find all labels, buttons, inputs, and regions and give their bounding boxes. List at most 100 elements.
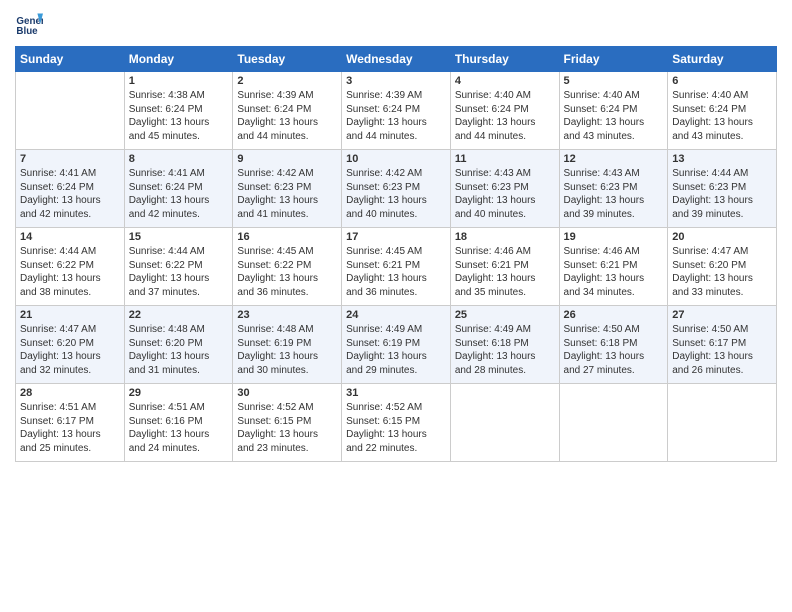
day-info: and 36 minutes.	[346, 286, 446, 300]
header-cell-sunday: Sunday	[16, 47, 125, 72]
day-info: Sunset: 6:24 PM	[129, 181, 229, 195]
day-info: and 38 minutes.	[20, 286, 120, 300]
day-info: Daylight: 13 hours	[129, 116, 229, 130]
day-number: 5	[564, 75, 664, 87]
day-number: 4	[455, 75, 555, 87]
day-info: Sunset: 6:23 PM	[672, 181, 772, 195]
day-info: and 36 minutes.	[237, 286, 337, 300]
day-info: Sunset: 6:15 PM	[346, 415, 446, 429]
header-cell-saturday: Saturday	[668, 47, 777, 72]
day-info: Sunrise: 4:38 AM	[129, 89, 229, 103]
day-info: Daylight: 13 hours	[129, 272, 229, 286]
day-info: and 31 minutes.	[129, 364, 229, 378]
day-cell	[559, 384, 668, 462]
week-row-5: 28Sunrise: 4:51 AMSunset: 6:17 PMDayligh…	[16, 384, 777, 462]
day-info: Sunset: 6:23 PM	[346, 181, 446, 195]
day-number: 22	[129, 309, 229, 321]
day-info: Daylight: 13 hours	[129, 350, 229, 364]
day-number: 31	[346, 387, 446, 399]
day-info: Sunset: 6:20 PM	[20, 337, 120, 351]
day-info: Sunset: 6:24 PM	[129, 103, 229, 117]
day-info: and 26 minutes.	[672, 364, 772, 378]
day-cell: 1 Sunrise: 4:38 AMSunset: 6:24 PMDaylight…	[124, 72, 233, 150]
day-info: Sunrise: 4:48 AM	[129, 323, 229, 337]
day-cell	[668, 384, 777, 462]
day-number: 20	[672, 231, 772, 243]
day-info: and 42 minutes.	[129, 208, 229, 222]
logo-icon: General Blue	[15, 10, 43, 38]
day-info: Sunrise: 4:46 AM	[564, 245, 664, 259]
day-cell: 3Sunrise: 4:39 AMSunset: 6:24 PMDaylight…	[342, 72, 451, 150]
header-cell-tuesday: Tuesday	[233, 47, 342, 72]
day-cell: 4Sunrise: 4:40 AMSunset: 6:24 PMDaylight…	[450, 72, 559, 150]
day-info: Daylight: 13 hours	[20, 194, 120, 208]
day-info: and 35 minutes.	[455, 286, 555, 300]
day-number: 10	[346, 153, 446, 165]
day-number: 13	[672, 153, 772, 165]
day-info: Sunset: 6:18 PM	[564, 337, 664, 351]
day-info: Daylight: 13 hours	[455, 272, 555, 286]
day-info: Daylight: 13 hours	[455, 350, 555, 364]
day-info: Sunset: 6:20 PM	[672, 259, 772, 273]
day-info: Sunrise: 4:41 AM	[20, 167, 120, 181]
day-number: 21	[20, 309, 120, 321]
day-info: Sunrise: 4:39 AM	[346, 89, 446, 103]
day-info: Daylight: 13 hours	[129, 194, 229, 208]
day-info: Sunset: 6:21 PM	[346, 259, 446, 273]
day-info: Sunset: 6:22 PM	[237, 259, 337, 273]
day-info: and 40 minutes.	[346, 208, 446, 222]
day-info: and 43 minutes.	[672, 130, 772, 144]
day-info: Daylight: 13 hours	[346, 428, 446, 442]
day-info: Sunrise: 4:48 AM	[237, 323, 337, 337]
day-cell	[16, 72, 125, 150]
day-number: 11	[455, 153, 555, 165]
day-info: Daylight: 13 hours	[237, 194, 337, 208]
header-cell-monday: Monday	[124, 47, 233, 72]
day-number: 8	[129, 153, 229, 165]
day-info: Sunrise: 4:44 AM	[129, 245, 229, 259]
header-cell-thursday: Thursday	[450, 47, 559, 72]
day-info: and 29 minutes.	[346, 364, 446, 378]
day-info: Sunrise: 4:44 AM	[672, 167, 772, 181]
day-cell: 22Sunrise: 4:48 AMSunset: 6:20 PMDayligh…	[124, 306, 233, 384]
day-number: 29	[129, 387, 229, 399]
day-info: Sunset: 6:19 PM	[237, 337, 337, 351]
day-cell: 13Sunrise: 4:44 AMSunset: 6:23 PMDayligh…	[668, 150, 777, 228]
day-number: 1	[129, 75, 229, 87]
day-cell: 17Sunrise: 4:45 AMSunset: 6:21 PMDayligh…	[342, 228, 451, 306]
day-info: Sunrise: 4:52 AM	[346, 401, 446, 415]
day-info: Sunrise: 4:42 AM	[237, 167, 337, 181]
day-cell: 15Sunrise: 4:44 AMSunset: 6:22 PMDayligh…	[124, 228, 233, 306]
day-cell: 31 Sunrise: 4:52 AMSunset: 6:15 PMDayligh…	[342, 384, 451, 462]
day-info: and 23 minutes.	[237, 442, 337, 456]
day-info: Sunset: 6:24 PM	[564, 103, 664, 117]
day-info: and 45 minutes.	[129, 130, 229, 144]
day-info: Sunset: 6:24 PM	[237, 103, 337, 117]
day-info: Sunrise: 4:49 AM	[346, 323, 446, 337]
day-info: Sunrise: 4:46 AM	[455, 245, 555, 259]
day-info: Sunset: 6:18 PM	[455, 337, 555, 351]
day-info: Sunset: 6:17 PM	[672, 337, 772, 351]
day-info: Daylight: 13 hours	[20, 428, 120, 442]
header-row: SundayMondayTuesdayWednesdayThursdayFrid…	[16, 47, 777, 72]
day-cell: 9Sunrise: 4:42 AMSunset: 6:23 PMDaylight…	[233, 150, 342, 228]
day-cell: 23Sunrise: 4:48 AMSunset: 6:19 PMDayligh…	[233, 306, 342, 384]
day-info: and 44 minutes.	[237, 130, 337, 144]
day-cell: 16Sunrise: 4:45 AMSunset: 6:22 PMDayligh…	[233, 228, 342, 306]
day-number: 2	[237, 75, 337, 87]
day-info: and 27 minutes.	[564, 364, 664, 378]
day-cell: 2Sunrise: 4:39 AMSunset: 6:24 PMDaylight…	[233, 72, 342, 150]
day-number: 7	[20, 153, 120, 165]
day-number: 15	[129, 231, 229, 243]
day-number: 24	[346, 309, 446, 321]
day-number: 9	[237, 153, 337, 165]
day-cell: 8Sunrise: 4:41 AMSunset: 6:24 PMDaylight…	[124, 150, 233, 228]
day-info: Daylight: 13 hours	[346, 194, 446, 208]
day-cell: 29Sunrise: 4:51 AMSunset: 6:16 PMDayligh…	[124, 384, 233, 462]
day-info: Sunrise: 4:43 AM	[564, 167, 664, 181]
day-info: and 33 minutes.	[672, 286, 772, 300]
week-row-3: 14Sunrise: 4:44 AMSunset: 6:22 PMDayligh…	[16, 228, 777, 306]
day-info: Daylight: 13 hours	[20, 350, 120, 364]
day-info: Daylight: 13 hours	[237, 116, 337, 130]
day-info: Daylight: 13 hours	[237, 428, 337, 442]
